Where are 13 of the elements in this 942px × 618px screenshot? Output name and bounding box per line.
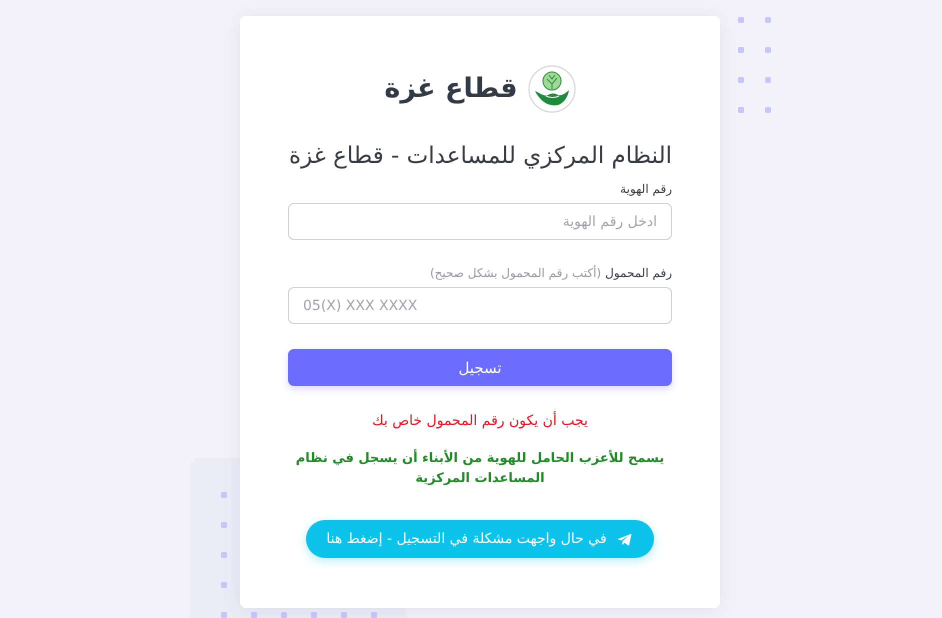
brand-title: قطاع غزة: [384, 72, 518, 106]
field-hint: (أكتب رقم المحمول بشكل صحيح): [430, 264, 602, 282]
input-field[interactable]: ادخل رقم الهوية: [288, 203, 672, 240]
info-message: يسمح للأعزب الحامل للهوية من الأبناء أن يسجل في نظام المساعدات المركزية: [294, 449, 666, 488]
page-heading: النظام المركزي للمساعدات - قطاع غزة: [288, 142, 672, 171]
help-button[interactable]: في حال واجهت مشكلة في التسجيل - إضغط هنا: [306, 520, 654, 558]
warning-message: يجب أن يكون رقم المحمول خاص بك: [371, 411, 589, 431]
field-label: رفم المحمول: [605, 265, 672, 282]
input-field[interactable]: 05(X) XXX XXXX: [288, 287, 672, 324]
paper-plane-icon: [616, 532, 632, 546]
field-label: رقم الهوية: [620, 181, 672, 198]
tree-logo-icon: [528, 65, 576, 113]
register-button[interactable]: تسجيل: [288, 349, 672, 386]
